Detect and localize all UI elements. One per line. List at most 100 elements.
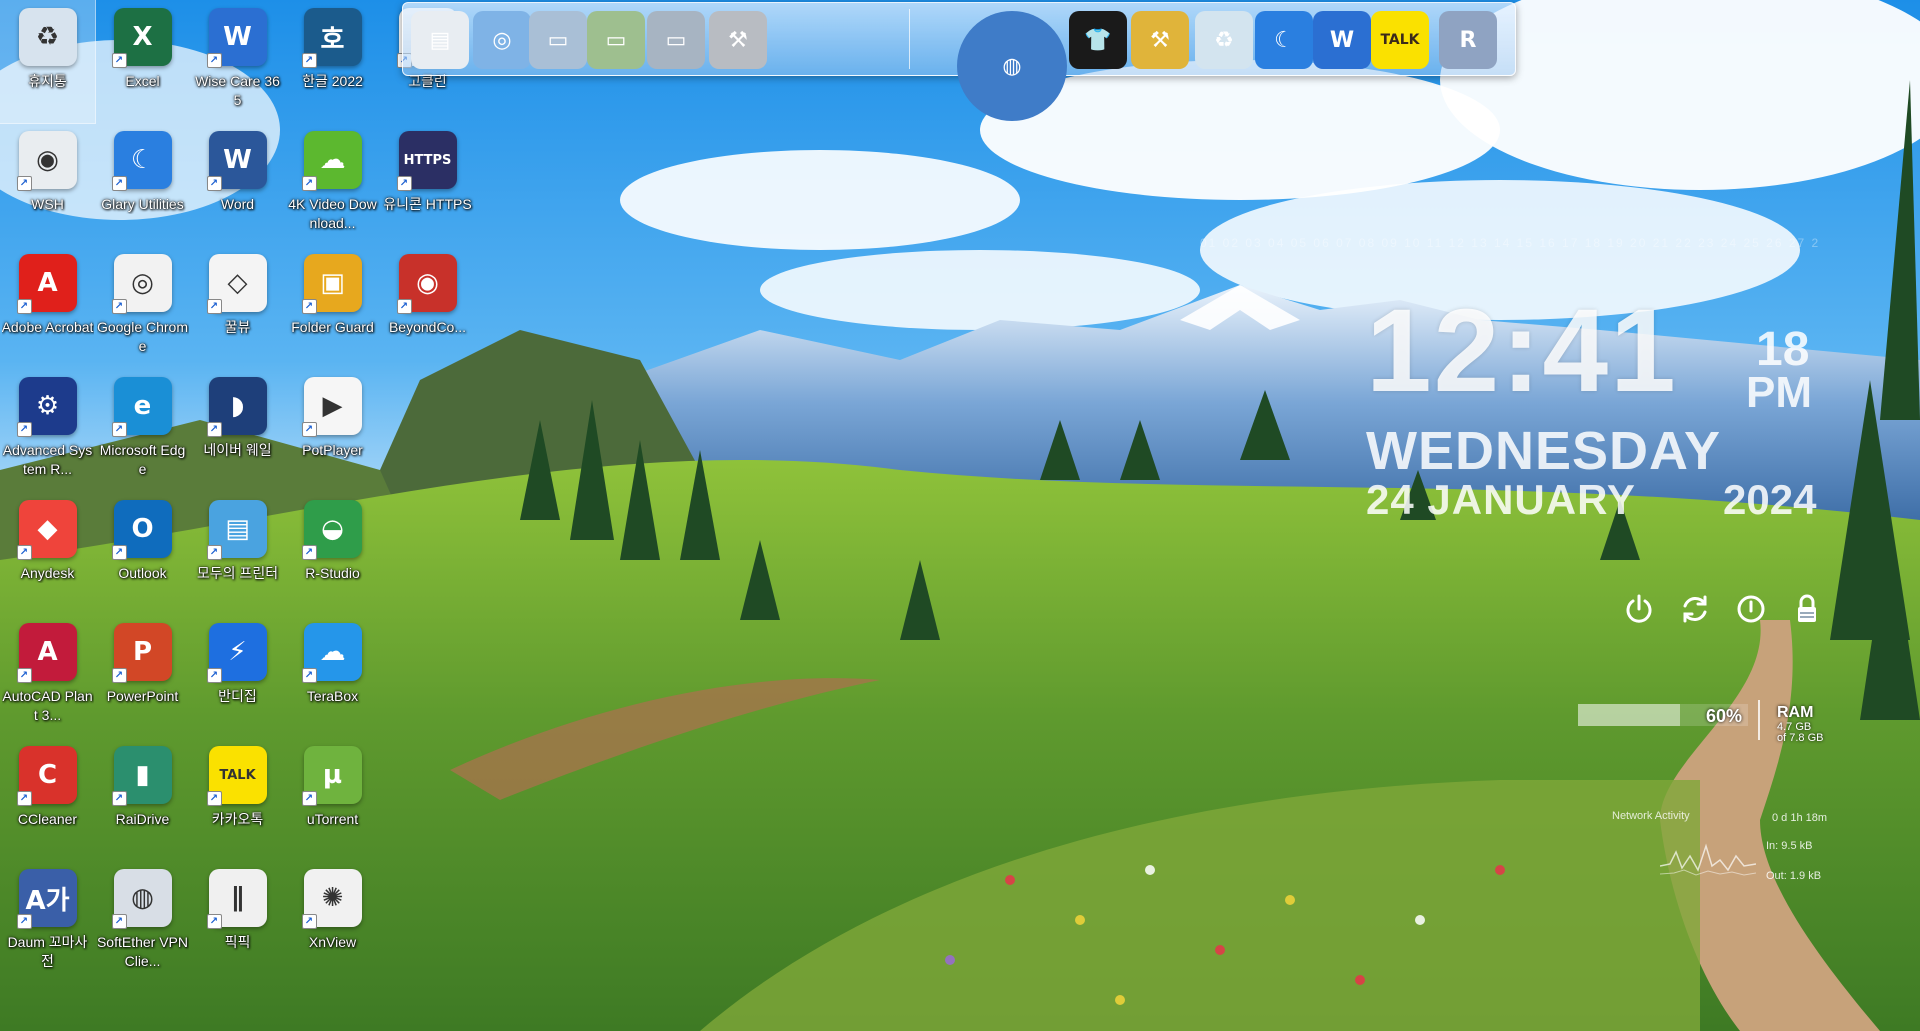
month-day-strip: 01 02 03 04 05 06 07 08 09 10 11 12 13 1…: [1200, 236, 1820, 250]
network-globe-icon[interactable]: ◎: [473, 11, 531, 69]
desktop-icon[interactable]: ∥ ↗ 픽픽: [190, 861, 285, 984]
desktop-icon-label: 네이버 웨일: [203, 442, 272, 458]
lock-button[interactable]: [1790, 592, 1824, 626]
picpick-icon: ∥ ↗: [206, 869, 267, 929]
desktop-icon[interactable]: ▤ ↗ 모두의 프린터: [190, 492, 285, 615]
desktop-icon[interactable]: O ↗ Outlook: [95, 492, 190, 615]
desktop-icon[interactable]: ◎ ↗ Google Chrome: [95, 246, 190, 369]
recycle-bin-icon: ♻: [18, 8, 77, 66]
desktop-icon[interactable]: TALK ↗ 카카오톡: [190, 738, 285, 861]
desktop-icon[interactable]: ◇ ↗ 꿀뷰: [190, 246, 285, 369]
desktop-icon-label: PowerPoint: [106, 688, 179, 704]
restart-button[interactable]: [1678, 592, 1712, 626]
icon-glyph: W: [223, 22, 252, 52]
wise-care-icon[interactable]: W: [1313, 11, 1371, 69]
icon-glyph: ◉: [416, 268, 439, 298]
desktop-icon[interactable]: ⚡ ↗ 반디집: [190, 615, 285, 738]
desktop-icon[interactable]: ▣ ↗ Folder Guard: [285, 246, 380, 369]
icon-glyph: P: [132, 637, 153, 667]
icon-glyph: A가: [25, 885, 70, 916]
desktop-icon[interactable]: 호 ↗ 한글 2022: [285, 0, 380, 123]
kakaotalk-icon[interactable]: TALK: [1371, 11, 1429, 69]
finder-documents-icon[interactable]: ▤: [411, 11, 469, 69]
desktop-icon[interactable]: C ↗ CCleaner: [0, 738, 95, 861]
desktop-icon[interactable]: ◍ ↗ SoftEther VPN Clie...: [95, 861, 190, 984]
desktop-icon-label: Wise Care 365: [195, 73, 280, 108]
tshirt-icon[interactable]: 👕: [1069, 11, 1127, 69]
icon-glyph: HTTPS: [403, 152, 452, 168]
desktop-icon[interactable]: ♻ 휴지통: [0, 0, 96, 124]
icon-glyph: 호: [320, 24, 345, 55]
terabox-icon: ☁ ↗: [301, 623, 362, 683]
desktop-icon[interactable]: µ ↗ uTorrent: [285, 738, 380, 861]
icon-glyph: ◒: [321, 514, 344, 544]
trash-icon[interactable]: ♻: [1195, 11, 1253, 69]
icon-glyph: ▤: [225, 514, 250, 544]
desktop-icon[interactable]: ⚙ ↗ Advanced System R...: [0, 369, 95, 492]
desktop-icon-label: 반디집: [218, 688, 257, 704]
advanced-system-repair-icon: ⚙ ↗: [16, 377, 77, 437]
anydesk-icon: ◆ ↗: [16, 500, 77, 560]
desktop-icon-label: Outlook: [118, 565, 167, 581]
clock-year: 2024: [1723, 476, 1817, 523]
hangul-icon: 호 ↗: [301, 8, 362, 68]
shutdown-button[interactable]: [1622, 592, 1656, 626]
desktop-icon[interactable]: ☁ ↗ TeraBox: [285, 615, 380, 738]
potplayer-icon: ▶ ↗: [301, 377, 362, 437]
glary-utilities-icon: ☾ ↗: [111, 131, 172, 191]
logoff-button[interactable]: [1734, 592, 1768, 626]
dock-glyph: ⚒: [1150, 27, 1170, 53]
r-install-icon[interactable]: R: [1439, 11, 1497, 69]
dock-glyph: ♻: [1214, 27, 1234, 53]
desktop-icon[interactable]: ▮ ↗ RaiDrive: [95, 738, 190, 861]
ram-total: of 7.8 GB: [1777, 732, 1824, 744]
dock-glyph: W: [1329, 27, 1355, 53]
desktop-icon[interactable]: P ↗ PowerPoint: [95, 615, 190, 738]
shortcut-arrow-icon: ↗: [301, 299, 317, 314]
desktop-icon-label: 꿀뷰: [224, 319, 251, 335]
shortcut-arrow-icon: ↗: [16, 545, 32, 560]
top-dock: ▤ ◎ ▭ ▭ ▭ ⚒ ◍ 👕 ⚒ ♻ ☾ W TALK R: [402, 2, 1516, 121]
dock-glyph: ⚒: [728, 27, 748, 53]
icon-glyph: ▣: [320, 268, 345, 298]
system-tools-icon[interactable]: ⚒: [709, 11, 767, 69]
desktop-icon[interactable]: A ↗ AutoCAD Plant 3...: [0, 615, 95, 738]
icon-glyph: O: [131, 514, 154, 544]
clock-weekday: WEDNESDAY: [1366, 421, 1722, 481]
desktop-icon[interactable]: ◉ ↗ WSH: [0, 123, 95, 246]
shortcut-arrow-icon: ↗: [301, 791, 317, 806]
desktop-icon[interactable]: ☁ ↗ 4K Video Download...: [285, 123, 380, 246]
desktop-icon[interactable]: A ↗ Adobe Acrobat: [0, 246, 95, 369]
desktop-icon-label: Anydesk: [20, 565, 75, 581]
desktop-icon[interactable]: ✺ ↗ XnView: [285, 861, 380, 984]
ram-percent: 60%: [1706, 706, 1743, 726]
repair-tools-icon[interactable]: ⚒: [1131, 11, 1189, 69]
desktop-icon[interactable]: ◗ ↗ 네이버 웨일: [190, 369, 285, 492]
picture-folder-icon[interactable]: ▭: [647, 11, 705, 69]
folder-green-icon[interactable]: ▭: [587, 11, 645, 69]
icon-glyph: µ: [322, 760, 343, 790]
desktop-icon[interactable]: e ↗ Microsoft Edge: [95, 369, 190, 492]
desktop-icon-label: 휴지통: [28, 73, 67, 89]
desktop-icon[interactable]: W ↗ Wise Care 365: [190, 0, 285, 123]
desktop-icon[interactable]: ◒ ↗ R-Studio: [285, 492, 380, 615]
everyone-printer-icon: ▤ ↗: [206, 500, 267, 560]
internet-globe-icon[interactable]: ◍: [957, 11, 1067, 121]
desktop-icon[interactable]: A가 ↗ Daum 꼬마사전: [0, 861, 95, 984]
desktop-icon[interactable]: X ↗ Excel: [95, 0, 190, 123]
folder-icon[interactable]: ▭: [529, 11, 587, 69]
icon-glyph: ▶: [322, 391, 343, 421]
shortcut-arrow-icon: ↗: [301, 668, 317, 683]
desktop-icon[interactable]: ◉ ↗ BeyondCo...: [380, 246, 475, 369]
desktop-icon[interactable]: W ↗ Word: [190, 123, 285, 246]
shortcut-arrow-icon: ↗: [206, 791, 222, 806]
glary-utilities-icon[interactable]: ☾: [1255, 11, 1313, 69]
desktop-icon[interactable]: ◆ ↗ Anydesk: [0, 492, 95, 615]
desktop-icon[interactable]: ▶ ↗ PotPlayer: [285, 369, 380, 492]
shortcut-arrow-icon: ↗: [301, 914, 317, 929]
desktop-icon[interactable]: ☾ ↗ Glary Utilities: [95, 123, 190, 246]
dock-glyph: ☾: [1274, 27, 1294, 53]
network-out: Out: 1.9 kB: [1766, 870, 1822, 882]
clock-time: 12:41: [1366, 285, 1678, 417]
desktop-icon[interactable]: HTTPS ↗ 유니콘 HTTPS: [380, 123, 475, 246]
